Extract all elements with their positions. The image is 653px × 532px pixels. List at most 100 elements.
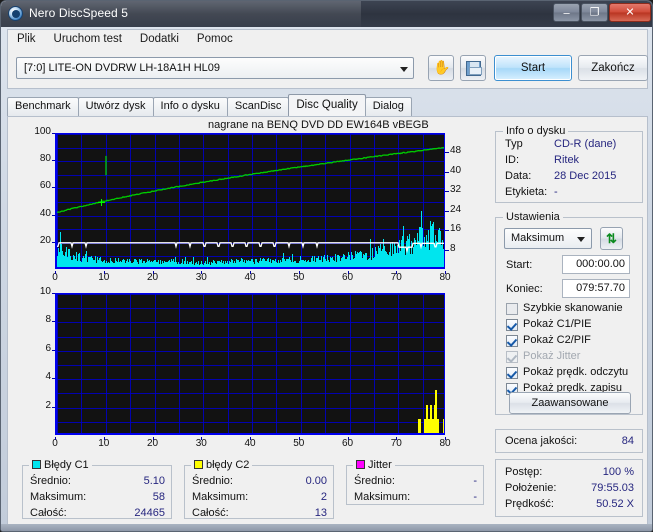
drive-toolbar: [7:0] LITE-ON DVDRW LH-18A1H HL09 ✋ Star…	[7, 49, 648, 89]
y-axis-tick: 40	[39, 207, 51, 219]
quit-button[interactable]: Zakończ	[578, 55, 648, 81]
speed-marker	[98, 199, 105, 206]
checkbox-pokaz-c1-pie[interactable]	[506, 319, 518, 331]
menu-item-pomoc[interactable]: Pomoc	[188, 30, 242, 48]
x-axis-tickmark	[298, 437, 300, 440]
x-axis-tickmark	[55, 271, 56, 274]
y2-axis-tickmark	[445, 191, 449, 193]
legend-swatch-c1	[32, 460, 41, 469]
checkbox-pokaz-c2-pif[interactable]	[506, 335, 518, 347]
progress-row1-label: Położenie:	[505, 482, 557, 494]
grid-line-horizontal	[57, 365, 444, 366]
x-axis-tickmark	[347, 437, 349, 440]
refresh-button[interactable]: ⇅	[600, 227, 623, 250]
grid-line-horizontal	[57, 421, 444, 423]
end-position-value: 079:57.70	[576, 282, 625, 294]
x-axis-tickmark	[396, 271, 398, 274]
chart-title: nagrane na BENQ DVD DD EW164B vBEGB	[208, 119, 429, 131]
end-position-field[interactable]: 079:57.70	[562, 279, 630, 298]
drive-select-value: [7:0] LITE-ON DVDRW LH-18A1H HL09	[24, 62, 221, 74]
status-bar	[1, 524, 652, 531]
save-button[interactable]	[460, 55, 486, 81]
stats-c1-row2-label: Całość:	[30, 507, 67, 519]
y2-axis-tickmark	[445, 230, 449, 232]
c2-error-bar	[437, 418, 439, 433]
disc-info-row2-value: 28 Dec 2015	[554, 170, 617, 182]
chart-c2-errors[interactable]	[55, 293, 445, 435]
y-axis-tick: 2	[45, 399, 51, 411]
disc-info-row2-label: Data:	[505, 170, 532, 182]
grid-line-horizontal	[57, 393, 444, 395]
checkbox-pokaz-c2-pif-label: Pokaż C2/PIF	[523, 334, 591, 346]
y-axis-tick: 4	[45, 371, 51, 383]
disc-quality-panel: nagrane na BENQ DVD DD EW164B vBEGB Błęd…	[7, 116, 648, 526]
close-button[interactable]: ✕	[609, 3, 651, 22]
menu-item-dodatki[interactable]: Dodatki	[131, 30, 188, 48]
disc-info-row3-label: Etykieta:	[505, 186, 548, 198]
advanced-button[interactable]: Zaawansowane	[509, 392, 631, 414]
progress-row2-value: 50.52 X	[596, 498, 634, 510]
window-title: Nero DiscSpeed 5	[29, 6, 128, 20]
chart-c1-errors[interactable]	[55, 133, 445, 269]
y2-axis-tick: 40	[450, 164, 462, 176]
stats-c2-row0-value: 0.00	[305, 475, 327, 487]
y-axis-tick: 80	[39, 153, 51, 165]
checkbox-pokaz-jitter	[506, 351, 518, 363]
tab-info-o-dysku[interactable]: Info o dysku	[152, 97, 228, 116]
checkbox-szybkie-skanowanie-label: Szybkie skanowanie	[523, 302, 623, 314]
disc-info-row0-label: Typ	[505, 138, 523, 150]
grid-line-horizontal	[57, 379, 444, 381]
minimize-button[interactable]: –	[553, 3, 580, 22]
start-button[interactable]: Start	[494, 55, 572, 81]
maximize-button[interactable]: ❐	[581, 3, 608, 22]
tab-disc-quality[interactable]: Disc Quality	[288, 94, 366, 116]
settings-group: Ustawienia Maksimum ⇅ Start: 000:00.00 K…	[495, 211, 643, 415]
y-axis-tick: 20	[39, 234, 51, 246]
y-axis-tickmark	[52, 241, 55, 243]
x-axis-tickmark	[103, 271, 105, 274]
stats-c2-row0-label: Średnio:	[192, 475, 233, 487]
start-position-field[interactable]: 000:00.00	[562, 255, 630, 274]
grid-line-horizontal	[57, 336, 444, 338]
x-axis-tickmark	[55, 437, 56, 440]
disc-icon	[8, 6, 23, 21]
x-axis-tickmark	[152, 437, 154, 440]
chevron-down-icon	[577, 237, 585, 242]
checkbox-pokaz-predk-odczytu[interactable]	[506, 367, 518, 379]
stats-jitter-row0-label: Średnio:	[354, 475, 395, 487]
stats-c2-legend: błędy C2	[191, 459, 253, 471]
y2-axis-tick: 32	[450, 184, 462, 196]
stats-c1-row1-label: Maksimum:	[30, 491, 87, 503]
tab-scandisc[interactable]: ScanDisc	[226, 97, 290, 116]
disc-info-row1-value: Ritek	[554, 154, 580, 166]
y-axis-tickmark	[52, 214, 55, 216]
y2-axis-tick: 24	[450, 203, 462, 215]
speed-select[interactable]: Maksimum	[504, 228, 592, 249]
c2-error-bar	[419, 418, 421, 433]
tab-dialog[interactable]: Dialog	[364, 97, 412, 116]
tab-utworz-dysk[interactable]: Utwórz dysk	[77, 97, 154, 116]
drive-select[interactable]: [7:0] LITE-ON DVDRW LH-18A1H HL09	[16, 57, 414, 79]
c1-error-bar	[444, 251, 445, 267]
x-axis-tickmark	[250, 271, 251, 274]
menu-item-uruchom-test[interactable]: Uruchom test	[45, 30, 131, 48]
disc-info-row1-label: ID:	[505, 154, 520, 166]
y2-axis-tickmark	[445, 171, 449, 173]
minimize-icon: –	[563, 7, 570, 20]
stats-c1-row2-value: 24465	[134, 507, 165, 519]
eject-button[interactable]: ✋	[428, 55, 454, 81]
menu-item-plik[interactable]: Plik	[8, 30, 45, 48]
x-axis-tickmark	[103, 437, 105, 440]
application-window: Nero DiscSpeed 5 – ❐ ✕ Plik Uruchom test…	[0, 0, 653, 532]
y-axis-tickmark	[52, 293, 55, 294]
window-controls: – ❐ ✕	[552, 3, 651, 23]
tab-benchmark[interactable]: Benchmark	[7, 97, 79, 116]
y2-axis-tick: 48	[450, 145, 462, 157]
stats-jitter-legend: Jitter	[353, 459, 395, 471]
y-axis-tickmark	[52, 187, 55, 189]
x-axis-tickmark	[201, 437, 203, 440]
floppy-disk-icon	[466, 61, 482, 76]
x-axis-tickmark	[396, 437, 398, 440]
checkbox-szybkie-skanowanie[interactable]	[506, 303, 518, 315]
settings-legend: Ustawienia	[503, 211, 563, 223]
